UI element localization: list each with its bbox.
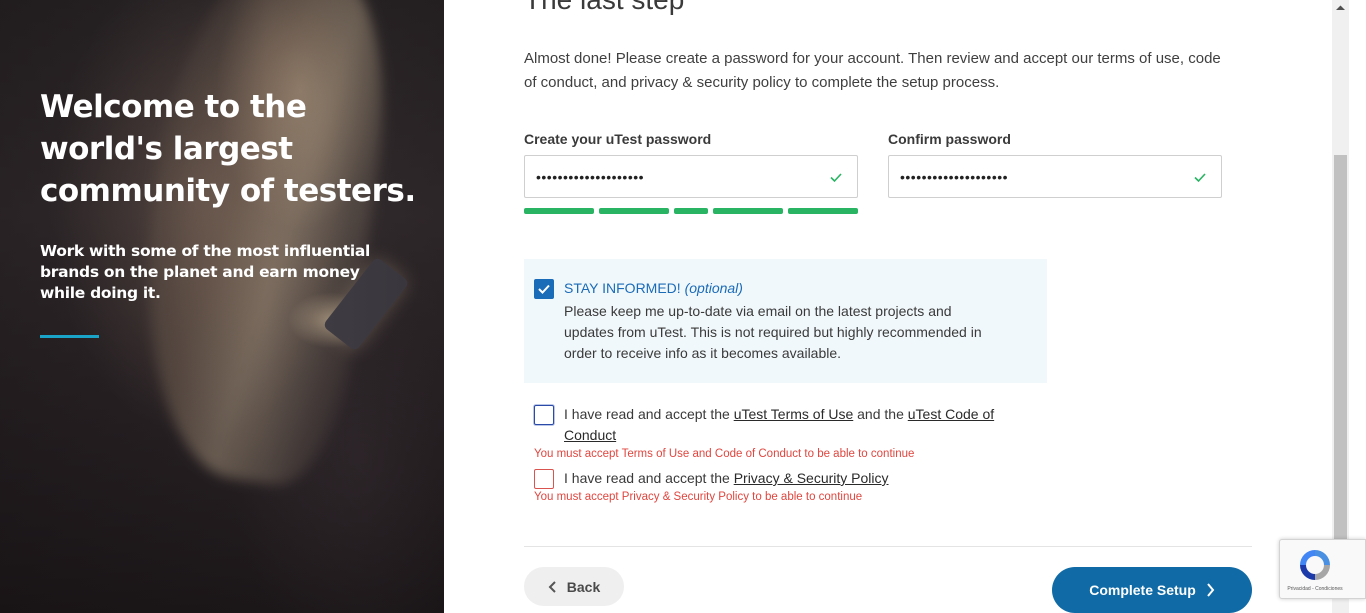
terms-middle: and the xyxy=(857,406,904,422)
privacy-policy-link[interactable]: Privacy & Security Policy xyxy=(734,470,889,486)
intro-text: Almost done! Please create a password fo… xyxy=(524,50,1221,91)
password-field[interactable]: •••••••••••••••••••• xyxy=(524,155,858,198)
recaptcha-logo-icon xyxy=(1300,550,1330,580)
back-button[interactable]: Back xyxy=(524,567,624,606)
strength-segment xyxy=(524,208,594,214)
hero-accent-bar xyxy=(40,335,99,338)
password-valid-icon xyxy=(830,173,842,183)
confirm-password-value: •••••••••••••••••••• xyxy=(900,168,1009,185)
strength-segment xyxy=(713,208,783,214)
hero-title: Welcome to the world's largest community… xyxy=(40,89,416,209)
password-strength-meter xyxy=(524,208,858,214)
terms-of-use-link[interactable]: uTest Terms of Use xyxy=(734,406,854,422)
scroll-up-arrow-icon[interactable] xyxy=(1332,0,1349,17)
checkmark-icon xyxy=(538,284,550,294)
chevron-right-icon xyxy=(1207,583,1215,597)
recaptcha-badge[interactable]: Privacidad - Condiciones xyxy=(1279,539,1366,599)
stay-informed-title: STAY INFORMED! (optional) xyxy=(564,280,743,296)
confirm-password-field[interactable]: •••••••••••••••••••• xyxy=(888,155,1222,198)
terms-error: You must accept Terms of Use and Code of… xyxy=(534,448,915,460)
right-gutter xyxy=(1349,0,1366,613)
privacy-prefix: I have read and accept the xyxy=(564,470,730,486)
optional-tag: (optional) xyxy=(684,280,743,296)
stay-informed-text: Please keep me up-to-date via email on t… xyxy=(564,303,982,361)
strength-segment xyxy=(788,208,858,214)
footer-divider xyxy=(524,546,1252,547)
password-label: Create your uTest password xyxy=(524,131,712,147)
recaptcha-links[interactable]: Privacidad - Condiciones xyxy=(1280,586,1350,592)
stay-informed-heading: STAY INFORMED! xyxy=(564,280,681,296)
stay-informed-checkbox[interactable] xyxy=(534,279,554,299)
terms-checkbox[interactable] xyxy=(534,405,554,425)
confirm-password-label: Confirm password xyxy=(888,131,1011,147)
strength-segment xyxy=(674,208,708,214)
step-title: The last step xyxy=(524,0,684,16)
privacy-label: I have read and accept the Privacy & Sec… xyxy=(564,468,1024,489)
setup-form: The last step Almost done! Please create… xyxy=(444,0,1332,613)
strength-segment xyxy=(599,208,669,214)
complete-setup-button[interactable]: Complete Setup xyxy=(1052,567,1252,613)
complete-setup-label: Complete Setup xyxy=(1089,582,1196,598)
privacy-error: You must accept Privacy & Security Polic… xyxy=(534,491,863,503)
back-button-label: Back xyxy=(566,578,601,595)
privacy-checkbox[interactable] xyxy=(534,469,554,489)
terms-label: I have read and accept the uTest Terms o… xyxy=(564,404,1024,446)
stay-informed-box: STAY INFORMED! (optional) Please keep me… xyxy=(524,259,1047,383)
scrollbar-thumb[interactable] xyxy=(1334,155,1347,540)
hero-panel: Welcome to the world's largest community… xyxy=(0,0,444,613)
password-value: •••••••••••••••••••• xyxy=(536,168,645,185)
confirm-password-valid-icon xyxy=(1194,173,1206,183)
chevron-left-icon xyxy=(548,580,556,593)
hero-subtitle: Work with some of the most influential b… xyxy=(40,242,371,302)
terms-prefix: I have read and accept the xyxy=(564,406,730,422)
page-scrollbar[interactable] xyxy=(1332,0,1349,613)
